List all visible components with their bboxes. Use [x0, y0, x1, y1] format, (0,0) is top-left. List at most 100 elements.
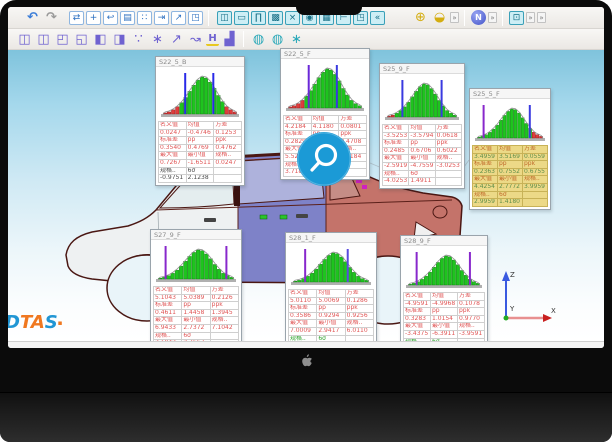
export-document-icon[interactable]: ⇥	[154, 11, 169, 25]
stats-cell: 名义值	[473, 146, 498, 154]
stats-row: 最大值最小值规格..	[473, 176, 548, 184]
stats-cell: 1.0154	[431, 315, 458, 323]
locator-pins-icon[interactable]: ∵	[130, 31, 147, 47]
view-columns-icon[interactable]: ◫	[217, 11, 232, 25]
tolerance-barrel-icon[interactable]: ◍	[250, 31, 267, 47]
measurement-panel-S22_5_B[interactable]: S22_5_B名义值均值方差0.0247-0.47460.1253标准差pppp…	[155, 56, 245, 186]
panel-title: S25_9_F	[380, 64, 464, 74]
measurement-panel-S27_9_F[interactable]: S27_9_F名义值均值方差5.10435.03890.2126标准差ppppk…	[150, 229, 242, 348]
stats-cell: 方差	[214, 122, 242, 130]
view-window-icon[interactable]: ▭	[234, 11, 249, 25]
stats-row: 0.23630.75520.6755	[473, 168, 548, 176]
box-lock-icon[interactable]: ◨	[111, 31, 128, 47]
stats-cell: 名义值	[404, 293, 431, 301]
assembly-view-icon[interactable]: ◧	[92, 31, 109, 47]
measurement-panel-S28_9_F[interactable]: S28_9_F名义值均值方差-4.9591-4.99680.1078标准差ppp…	[400, 235, 488, 348]
stats-row: 4.21844.11800.0801	[284, 123, 367, 131]
stats-row: 0.0247-0.47460.1253	[159, 129, 242, 137]
stats-cell: 标准差	[383, 140, 409, 148]
stats-cell: 规格..	[210, 317, 238, 325]
dropdown-expander-icon[interactable]: »	[537, 12, 546, 23]
point-measure-icon[interactable]: ↝	[187, 31, 204, 47]
stats-cell: 5.1043	[154, 294, 182, 302]
stats-cell: -0.4746	[186, 129, 214, 137]
copy-document-icon[interactable]: ◳	[188, 11, 203, 25]
stats-cell: 0.4762	[214, 144, 242, 152]
dtas-application-screen: ↶↷⇄+↩▤∷⇥↗◳◫▭∏▩×◉▦⊢◳«⊕◒»N»⊡»» ◫◫◰◱◧◨∵∗↗↝H…	[8, 7, 604, 348]
add-clipboard-icon[interactable]: +	[86, 11, 101, 25]
measurement-panel-S25_9_F[interactable]: S25_9_F名义值均值方差-3.5253-3.57940.0618标准差ppp…	[379, 63, 465, 189]
sphere-mode-icon[interactable]: N	[471, 10, 486, 25]
edit-document-icon[interactable]: ↗	[171, 11, 186, 25]
dropdown-expander-icon[interactable]: »	[488, 12, 497, 23]
assembly-tree-icon[interactable]: ◫	[16, 31, 33, 47]
stats-cell: -2.5919	[383, 162, 409, 170]
measurement-panel-S28_1_F[interactable]: S28_1_F名义值均值方差5.01105.00690.1286标准差ppppk…	[285, 232, 377, 348]
stats-cell: -6.3911	[431, 330, 458, 338]
stats-cell: 1.4180	[498, 199, 523, 207]
stats-cell: 2.9417	[317, 327, 345, 335]
stats-cell	[214, 175, 242, 183]
stats-cell: 3.5169	[498, 153, 523, 161]
stack-steps-icon[interactable]: ▟	[221, 31, 238, 47]
part-box-icon[interactable]: ◰	[54, 31, 71, 47]
stats-cell: 方差	[435, 125, 461, 133]
stats-row: -2.5919-4.7559-3.0253	[383, 162, 462, 170]
measurement-marker-green	[260, 215, 267, 219]
sync-report-icon[interactable]: ⇄	[69, 11, 84, 25]
mirror-wings-icon[interactable]: «	[370, 11, 385, 25]
import-document-icon[interactable]: ↩	[103, 11, 118, 25]
stats-row: 名义值均值方差	[284, 116, 367, 124]
stats-row: 0.7267-1.65110.0247	[159, 159, 242, 167]
stats-cell: 0.0559	[523, 153, 548, 161]
snowflake-dof-icon[interactable]: ∗	[288, 31, 305, 47]
logo-letter: D	[8, 312, 20, 333]
panel-title: S25_5_F	[470, 89, 550, 99]
stats-cell: 方差	[523, 146, 548, 154]
height-measure-icon[interactable]: H	[206, 33, 219, 46]
stats-cell: 0.1253	[214, 129, 242, 137]
view-pi-section-icon[interactable]: ∏	[251, 11, 266, 25]
redo-icon[interactable]: ↷	[43, 10, 60, 26]
part-box-alt-icon[interactable]: ◱	[73, 31, 90, 47]
measurement-panel-S25_5_F[interactable]: S25_5_F名义值均值方差3.49593.51690.0559标准差ppppk…	[469, 88, 551, 210]
stats-cell: 规格..	[523, 176, 548, 184]
stats-cell: -1.6511	[186, 159, 214, 167]
stats-cell: ppk	[345, 305, 373, 313]
stats-cell: 0.1078	[458, 300, 485, 308]
monitor-chart-icon[interactable]: ⊡	[509, 11, 524, 25]
stats-cell: 最小值	[431, 323, 458, 331]
stats-cell: 标准差	[473, 161, 498, 169]
report-preview-icon[interactable]: ∷	[137, 11, 152, 25]
magnifier-button[interactable]	[296, 131, 352, 187]
histogram-S27_9_F	[154, 242, 238, 284]
toolbar-separator	[502, 10, 503, 26]
assembly-tree-alt-icon[interactable]: ◫	[35, 31, 52, 47]
stats-cell: 均值	[317, 290, 345, 298]
vector-measure-icon[interactable]: ↗	[168, 31, 185, 47]
protractor-icon[interactable]: ◒	[431, 10, 448, 26]
stats-cell: 0.7552	[498, 168, 523, 176]
stats-row: 标准差ppppk	[154, 302, 239, 310]
logo-letter: S	[45, 312, 58, 333]
stats-cell: 0.3540	[159, 144, 187, 152]
stats-row: -3.4375-6.3911-3.9591	[404, 330, 485, 338]
toolbar-separator	[208, 10, 209, 26]
stats-cell: 均值	[186, 122, 214, 130]
undo-icon[interactable]: ↶	[24, 10, 41, 26]
stats-row: 标准差ppppk	[473, 161, 548, 169]
target-compass-icon[interactable]: ⊕	[412, 10, 429, 26]
stats-cell: 3.4959	[473, 153, 498, 161]
stats-cell: 2.7372	[182, 324, 210, 332]
stats-cell: 规格..	[458, 323, 485, 331]
stats-cell: 均值	[182, 287, 210, 295]
report-image-icon[interactable]: ▤	[120, 11, 135, 25]
stats-row: 0.35400.47690.4762	[159, 144, 242, 152]
stats-cell: -4.9591	[404, 300, 431, 308]
view-dotted-region-icon[interactable]: ▩	[268, 11, 283, 25]
tolerance-barrel-alt-icon[interactable]: ◍	[269, 31, 286, 47]
dropdown-expander-icon[interactable]: »	[450, 12, 459, 23]
dof-node-icon[interactable]: ∗	[149, 31, 166, 47]
dropdown-expander-icon[interactable]: »	[526, 12, 535, 23]
stats-cell: 6σ	[186, 167, 214, 175]
